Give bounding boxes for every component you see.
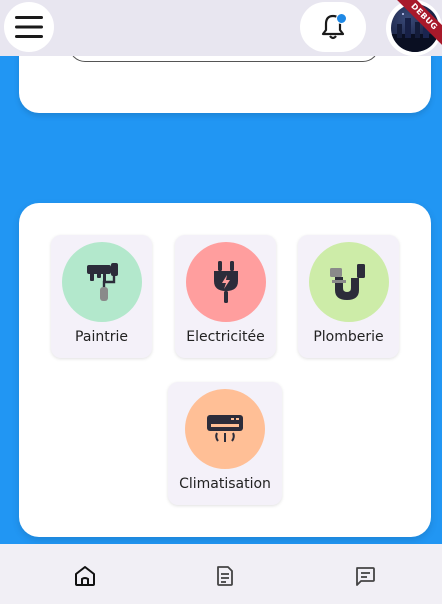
service-label: Electricitée (186, 329, 265, 345)
menu-button[interactable] (4, 2, 54, 52)
pipe-icon (329, 264, 365, 300)
air-conditioner-icon (207, 415, 243, 442)
paint-roller-icon (86, 263, 118, 301)
climatisation-icon-circle (185, 389, 265, 469)
notifications-button[interactable] (300, 2, 366, 52)
top-app-bar: DEBUG (0, 0, 442, 56)
service-label: Paintrie (75, 329, 128, 345)
hamburger-menu-icon (15, 16, 43, 38)
document-icon (217, 566, 233, 586)
nav-home[interactable] (73, 564, 97, 588)
plomberie-icon-circle (308, 242, 389, 322)
services-card: Paintrie Electricitée Plomberie Climatis… (19, 203, 431, 537)
nav-documents[interactable] (213, 564, 237, 588)
notification-badge (336, 13, 347, 24)
service-climatisation[interactable]: Climatisation (168, 382, 282, 505)
bottom-navigation (0, 544, 442, 604)
service-label: Plomberie (313, 329, 384, 345)
service-plomberie[interactable]: Plomberie (298, 235, 399, 358)
chat-icon (356, 567, 375, 586)
plug-icon (213, 261, 238, 303)
home-icon (75, 566, 95, 586)
service-label: Climatisation (179, 476, 271, 492)
paintrie-icon-circle (61, 242, 142, 322)
nav-messages[interactable] (353, 564, 377, 588)
service-paintrie[interactable]: Paintrie (51, 235, 152, 358)
service-electricite[interactable]: Electricitée (175, 235, 276, 358)
electricite-icon-circle (185, 242, 266, 322)
